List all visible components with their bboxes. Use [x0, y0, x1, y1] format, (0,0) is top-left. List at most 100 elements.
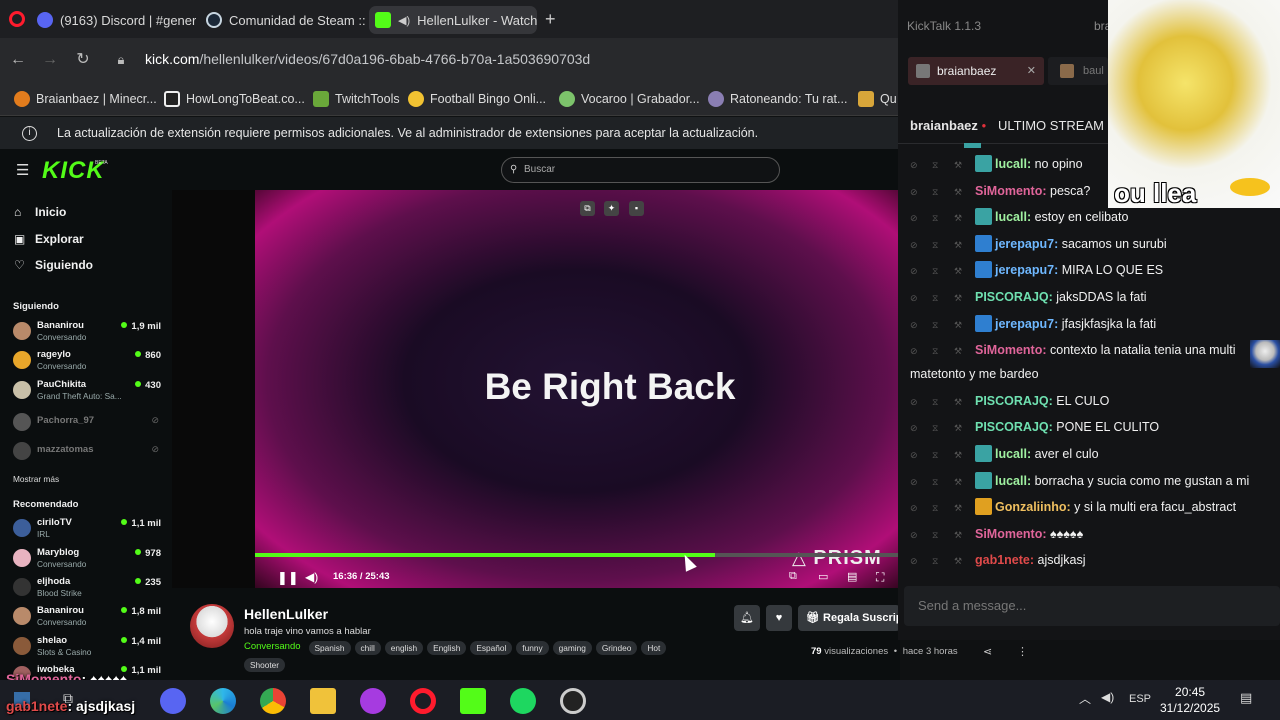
forward-icon[interactable]: →: [39, 49, 61, 71]
timeout-icon[interactable]: ⧖: [932, 152, 943, 179]
tag[interactable]: Shooter: [244, 658, 286, 672]
chat-username[interactable]: SiMomento: [975, 343, 1042, 357]
chat-username[interactable]: SiMomento: [975, 184, 1042, 198]
tag[interactable]: Grindeo: [595, 641, 638, 655]
tab-discord[interactable]: (9163) Discord | #general: [31, 6, 196, 34]
ban-icon[interactable]: ⚒: [954, 469, 965, 496]
sparkle-icon[interactable]: ✦: [604, 201, 619, 216]
chat-username[interactable]: lucall: [995, 474, 1027, 488]
ban-icon[interactable]: ⚒: [954, 312, 965, 339]
taskbar-clock[interactable]: 20:45 31/12/2025: [1160, 684, 1220, 716]
search-input[interactable]: ⚲ Buscar: [501, 157, 780, 183]
timeout-icon[interactable]: ⧖: [932, 548, 943, 575]
sidebar-channel[interactable]: shelao Slots & Casino 1,4 mil: [13, 635, 161, 661]
explorer-taskbar-icon[interactable]: [310, 688, 336, 714]
ban-icon[interactable]: ⚒: [954, 285, 965, 312]
chat-username[interactable]: PISCORAJQ: [975, 420, 1049, 434]
url-field[interactable]: kick.com/hellenlulker/videos/67d0a196-6b…: [145, 51, 590, 67]
sidebar-channel[interactable]: Bananirou Conversando 1,9 mil: [13, 320, 161, 346]
sidebar-channel[interactable]: PauChikita Grand Theft Auto: Sa... 430: [13, 379, 161, 405]
mod-action-icon[interactable]: ⊘: [910, 469, 921, 496]
mod-action-icon[interactable]: ⊘: [910, 312, 921, 339]
ban-icon[interactable]: ⚒: [954, 522, 965, 549]
ban-icon[interactable]: ⚒: [954, 495, 965, 522]
tray-chevron-icon[interactable]: ︿: [1079, 690, 1091, 707]
chat-channel-tab[interactable]: ULTIMO STREAM: [998, 118, 1104, 133]
sidebar-channel[interactable]: Bananirou Conversando 1,8 mil: [13, 605, 161, 631]
mod-action-icon[interactable]: ⊘: [910, 495, 921, 522]
follow-button[interactable]: ♥: [766, 605, 792, 631]
spotify-taskbar-icon[interactable]: [510, 688, 536, 714]
speaker-icon[interactable]: ◀): [398, 14, 410, 27]
show-more-link[interactable]: Mostrar más: [13, 474, 59, 484]
mod-action-icon[interactable]: ⊘: [910, 415, 921, 442]
more-options-icon[interactable]: ⋮: [1017, 645, 1028, 658]
timeout-icon[interactable]: ⧖: [932, 389, 943, 416]
bookmark-item[interactable]: Football Bingo Onli...: [408, 91, 546, 107]
chat-username[interactable]: Gonzaliinho: [995, 500, 1067, 514]
timeout-icon[interactable]: ⧖: [932, 205, 943, 232]
nav-siguiendo[interactable]: ♡ Siguiendo: [14, 258, 93, 272]
timeout-icon[interactable]: ⧖: [932, 415, 943, 442]
notification-icon[interactable]: ▤: [1240, 690, 1252, 706]
fullscreen-icon[interactable]: ⛶: [876, 570, 884, 585]
close-icon[interactable]: ✕: [1027, 57, 1036, 85]
quality-icon[interactable]: ▤: [847, 570, 857, 583]
tag[interactable]: chill: [354, 641, 381, 655]
timeout-icon[interactable]: ⧖: [932, 495, 943, 522]
streamer-name[interactable]: HellenLulker: [244, 606, 328, 622]
mod-action-icon[interactable]: ⊘: [910, 205, 921, 232]
sidebar-channel-offline[interactable]: mazzatomas ⊘: [13, 438, 161, 464]
tag[interactable]: Español: [470, 641, 513, 655]
reload-icon[interactable]: ↻: [72, 49, 94, 71]
share-icon[interactable]: ⋖: [983, 645, 992, 658]
chat-username[interactable]: SiMomento: [975, 527, 1042, 541]
app-taskbar-icon[interactable]: [360, 688, 386, 714]
timeout-icon[interactable]: ⧖: [932, 469, 943, 496]
ban-icon[interactable]: ⚒: [954, 152, 965, 179]
kick-taskbar-icon[interactable]: [460, 688, 486, 714]
notification-bell-button[interactable]: 🔔︎: [734, 605, 760, 631]
ban-icon[interactable]: ⚒: [954, 548, 965, 575]
chat-username[interactable]: PISCORAJQ: [975, 290, 1049, 304]
chat-username[interactable]: gab1nete: [975, 553, 1030, 567]
chrome-taskbar-icon[interactable]: [260, 688, 286, 714]
chat-tab-baul[interactable]: baul: [1048, 57, 1108, 85]
chat-channel-name[interactable]: braianbaez: [910, 118, 978, 133]
timeout-icon[interactable]: ⧖: [932, 232, 943, 259]
nav-explorar[interactable]: ▣ Explorar: [14, 232, 84, 246]
sidebar-channel[interactable]: eljhoda Blood Strike 235: [13, 576, 161, 602]
chat-username[interactable]: jerepapu7: [995, 263, 1054, 277]
chat-username[interactable]: lucall: [995, 210, 1027, 224]
chat-tab-braianbaez[interactable]: braianbaez ✕: [908, 57, 1044, 85]
ban-icon[interactable]: ⚒: [954, 442, 965, 469]
nav-inicio[interactable]: ⌂ Inicio: [14, 205, 66, 219]
chat-input[interactable]: Send a message...: [904, 586, 1280, 626]
ban-icon[interactable]: ⚒: [954, 415, 965, 442]
bookmark-item[interactable]: Qu: [858, 91, 897, 107]
bookmark-item[interactable]: Braianbaez | Minecr...: [14, 91, 157, 107]
mod-action-icon[interactable]: ⊘: [910, 389, 921, 416]
tag[interactable]: gaming: [552, 641, 592, 655]
timeout-icon[interactable]: ⧖: [932, 258, 943, 285]
tag[interactable]: funny: [516, 641, 549, 655]
discord-taskbar-icon[interactable]: [160, 688, 186, 714]
timeout-icon[interactable]: ⧖: [932, 312, 943, 339]
chat-username[interactable]: PISCORAJQ: [975, 394, 1049, 408]
timeout-icon[interactable]: ⧖: [932, 522, 943, 549]
mod-action-icon[interactable]: ⊘: [910, 152, 921, 179]
sidebar-channel[interactable]: ciriloTV IRL 1,1 mil: [13, 517, 161, 543]
opera-taskbar-icon[interactable]: [410, 688, 436, 714]
back-icon[interactable]: ←: [7, 49, 29, 71]
camera-icon[interactable]: ▪: [629, 201, 644, 216]
mod-action-icon[interactable]: ⊘: [910, 258, 921, 285]
timeout-icon[interactable]: ⧖: [932, 179, 943, 206]
sidebar-channel[interactable]: Maryblog Conversando 978: [13, 547, 161, 573]
ban-icon[interactable]: ⚒: [954, 205, 965, 232]
pip-icon[interactable]: ⧉: [789, 570, 797, 583]
timeout-icon[interactable]: ⧖: [932, 442, 943, 469]
chat-username[interactable]: lucall: [995, 447, 1027, 461]
edge-taskbar-icon[interactable]: [210, 688, 236, 714]
mod-action-icon[interactable]: ⊘: [910, 548, 921, 575]
chat-username[interactable]: jerepapu7: [995, 317, 1054, 331]
